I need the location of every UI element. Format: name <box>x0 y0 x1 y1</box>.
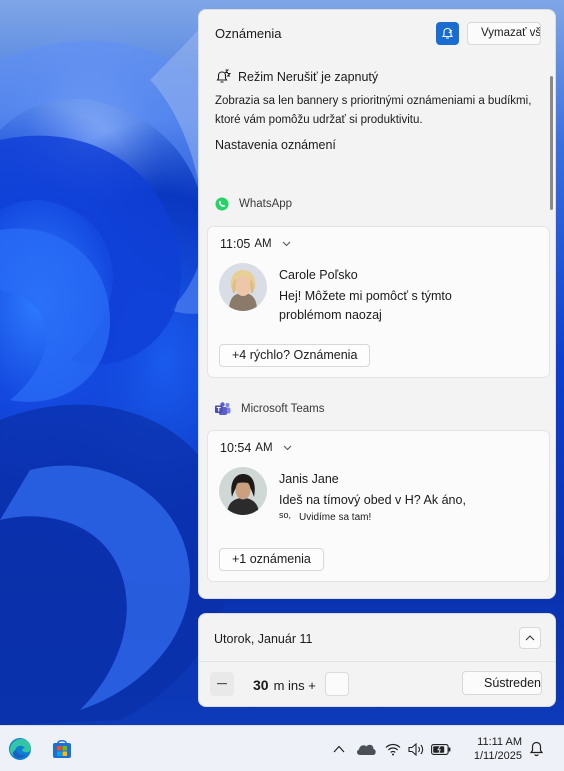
notification-title: Oznámenia <box>215 26 282 41</box>
wifi-icon <box>385 743 401 755</box>
scrollbar[interactable] <box>550 76 553 210</box>
clock-date: 1/11/2025 <box>473 750 522 762</box>
dnd-title: Režim Nerušiť je zapnutý <box>238 70 379 84</box>
battery-icon <box>431 743 451 755</box>
focus-unit: m ins + <box>273 678 316 693</box>
more-notifications-button[interactable]: +4 rýchlo? Oznámenia <box>219 344 371 367</box>
notification-card-whatsapp[interactable]: 11:05 AM Carole Poľsko Hej! Môžete mi po… <box>207 226 550 378</box>
notification-settings-link[interactable]: Nastavenia oznámení <box>215 138 336 152</box>
chevron-up-icon <box>333 745 345 753</box>
onedrive-button[interactable] <box>354 739 378 759</box>
app-name: Microsoft Teams <box>241 403 325 415</box>
time-ampm: AM <box>254 238 272 250</box>
decrease-focus-button[interactable] <box>210 672 234 696</box>
sender-name: Janis Jane <box>279 472 339 486</box>
teams-icon <box>215 402 231 415</box>
more-notifications-button[interactable]: +1 oznámenia <box>219 548 324 571</box>
notification-time[interactable]: 10:54 AM <box>220 441 292 455</box>
calendar-panel: Utorok, Január 11 30 m ins + Sústredenie <box>198 613 556 707</box>
bell-icon <box>529 741 543 757</box>
time-ampm: AM <box>255 442 273 454</box>
time-value: 10:54 <box>220 441 252 455</box>
minus-icon <box>217 683 227 685</box>
bell-snooze-icon <box>441 27 454 39</box>
notification-card-teams[interactable]: 10:54 AM Janis Jane Ideš na tímový obed … <box>207 430 550 582</box>
focus-duration: 30 m ins + <box>253 677 316 693</box>
volume-button[interactable] <box>407 739 425 759</box>
notification-bell-button[interactable] <box>527 739 545 759</box>
edge-icon <box>9 738 31 760</box>
message-line: Uvidíme sa tam! <box>299 512 372 523</box>
notification-time[interactable]: 11:05 AM <box>220 237 291 251</box>
time-value: 11:05 <box>220 237 251 251</box>
chevron-down-icon[interactable] <box>282 241 291 247</box>
dnd-description-line: ktoré vám pomôžu udržať si produktivitu. <box>215 114 423 126</box>
chevron-down-icon[interactable] <box>283 445 292 451</box>
calendar-date: Utorok, Január 11 <box>214 632 313 646</box>
clear-all-button[interactable]: Vymazať všetko <box>467 22 541 45</box>
onedrive-icon <box>357 744 376 755</box>
message-prefix: so, <box>279 510 292 520</box>
app-name: WhatsApp <box>239 198 293 210</box>
chevron-up-icon <box>525 635 535 641</box>
focus-minutes: 30 <box>253 677 269 693</box>
do-not-disturb-notice: Režim Nerušiť je zapnutý Zobrazia sa len… <box>215 67 545 130</box>
avatar <box>219 263 267 311</box>
store-icon <box>53 739 71 758</box>
dnd-description-line: Zobrazia sa len bannery s prioritnými oz… <box>215 95 532 107</box>
notification-header: Oznámenia Vymazať všetko <box>199 10 555 58</box>
app-header-teams: Microsoft Teams <box>215 402 325 416</box>
focus-button-label: Sústredenie <box>484 676 541 690</box>
wifi-button[interactable] <box>384 739 402 759</box>
battery-button[interactable] <box>430 739 452 759</box>
message-text: Hej! Môžete mi pomôcť s týmto problémom … <box>279 287 509 325</box>
volume-icon <box>407 742 423 756</box>
dnd-description: Zobrazia sa len bannery s prioritnými oz… <box>215 92 545 130</box>
sender-name: Carole Poľsko <box>279 268 358 282</box>
message-text: Ideš na tímový obed v H? Ak áno, <box>279 493 466 507</box>
start-focus-button[interactable]: Sústredenie <box>462 671 542 695</box>
snooze-button[interactable] <box>436 22 459 45</box>
store-button[interactable] <box>49 736 75 762</box>
whatsapp-icon <box>215 197 229 211</box>
clock[interactable]: 11:11 AM 1/11/2025 <box>464 735 522 763</box>
taskbar: 11:11 AM 1/11/2025 <box>0 725 564 771</box>
collapse-calendar-button[interactable] <box>519 627 541 649</box>
divider <box>199 661 555 662</box>
edge-button[interactable] <box>7 736 33 762</box>
avatar <box>219 467 267 515</box>
clock-time: 11:11 AM <box>477 736 522 748</box>
app-header-whatsapp: WhatsApp <box>215 197 292 211</box>
notification-center: Oznámenia Vymazať všetko Režim Nerušiť j… <box>198 9 556 599</box>
show-hidden-icons-button[interactable] <box>331 739 347 759</box>
message-line: Hej! Môžete mi pomôcť s týmto <box>279 289 452 303</box>
bell-zz-icon <box>216 69 231 83</box>
message-line: problémom naozaj <box>279 308 382 322</box>
increase-focus-button[interactable] <box>325 672 349 696</box>
